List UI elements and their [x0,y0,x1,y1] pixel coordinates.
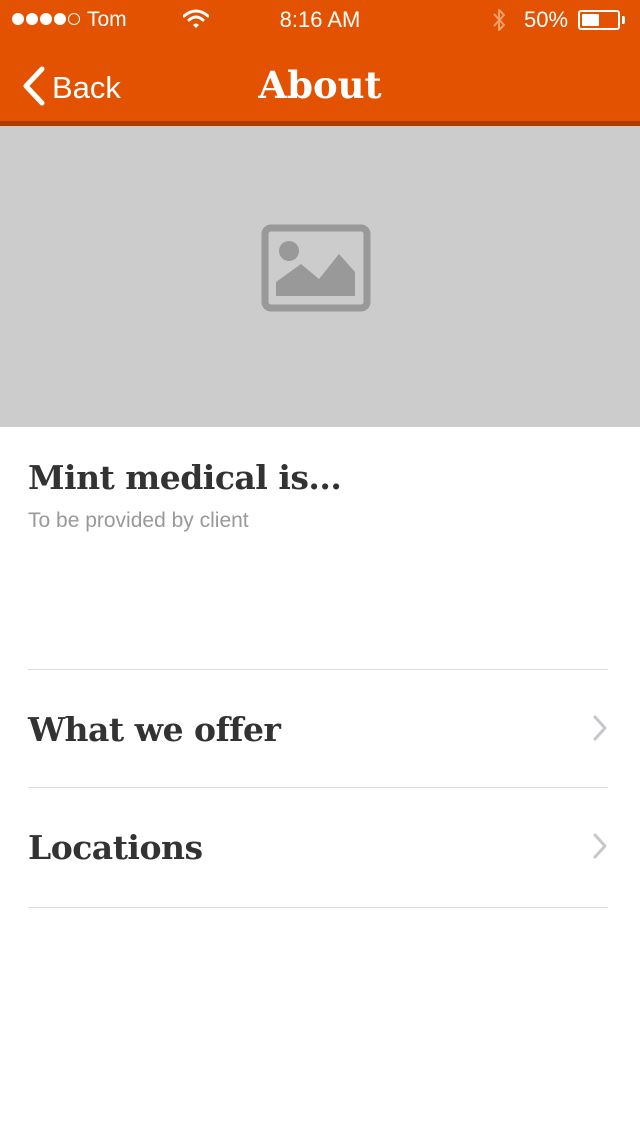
page-title: About [258,63,382,107]
image-placeholder-icon [261,224,371,317]
intro-subtitle: To be provided by client [28,509,249,532]
battery-fill [582,14,599,26]
chevron-right-icon [592,832,608,865]
hero-image [0,126,640,427]
battery-percent: 50% [524,7,569,32]
divider [28,907,608,908]
menu-item-what-we-offer[interactable]: What we offer [28,670,608,788]
menu-item-label: What we offer [28,710,281,749]
menu-item-locations[interactable]: Locations [28,788,608,906]
intro-heading: Mint medical is... [28,458,342,497]
bluetooth-icon [491,7,507,39]
menu-item-label: Locations [28,828,203,867]
status-bar: Tom 8:16 AM 50% [0,0,640,40]
chevron-right-icon [592,714,608,747]
battery-icon [578,10,620,30]
battery-tip [622,16,625,24]
navigation-bar: Back About [0,40,640,126]
